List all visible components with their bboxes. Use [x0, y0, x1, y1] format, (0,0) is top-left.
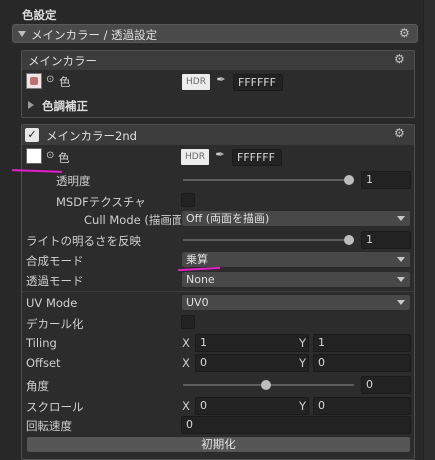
- uv-mode-value: UV0: [186, 296, 209, 309]
- alpha-mode-label: 透過モード: [26, 274, 84, 288]
- uv-mode-label: UV Mode: [26, 296, 78, 310]
- rotation-speed-field[interactable]: 0: [181, 416, 411, 434]
- alpha-mode-value: None: [186, 273, 215, 286]
- divider: [22, 291, 414, 292]
- texture-thumbnail[interactable]: [26, 73, 42, 89]
- decal-checkbox[interactable]: [181, 315, 195, 329]
- dropdown-arrow-icon: [397, 277, 405, 282]
- scrollbar[interactable]: [423, 0, 435, 460]
- cull-mode-dropdown[interactable]: Off (両面を描画): [181, 210, 411, 227]
- hex-color-field[interactable]: FFFFFF: [232, 149, 282, 166]
- color-label: 色: [58, 151, 70, 165]
- light-slider-track[interactable]: [183, 239, 354, 241]
- light-slider-knob[interactable]: [344, 235, 354, 245]
- angle-slider-knob[interactable]: [261, 380, 271, 390]
- msdf-checkbox[interactable]: [181, 193, 195, 207]
- tiling-y-field[interactable]: 1: [313, 334, 411, 352]
- offset-y-axis: Y: [299, 356, 307, 370]
- cull-mode-label: Cull Mode (描画面): [84, 213, 188, 227]
- alpha-mode-dropdown[interactable]: None: [181, 271, 411, 288]
- scroll-y-axis: Y: [299, 399, 307, 413]
- rotation-speed-label: 回転速度: [26, 419, 72, 433]
- tiling-x-field[interactable]: 1: [195, 334, 309, 352]
- gear-icon[interactable]: ⚙: [394, 52, 405, 66]
- opacity-label: 透明度: [56, 174, 91, 188]
- gear-icon[interactable]: ⚙: [394, 126, 405, 140]
- blend-mode-value: 乗算: [186, 253, 208, 266]
- main-color-header[interactable]: メインカラー ⚙: [22, 51, 414, 70]
- texture-thumbnail[interactable]: [26, 148, 42, 164]
- blend-mode-label: 合成モード: [26, 254, 84, 268]
- offset-x-axis: X: [182, 356, 190, 370]
- tiling-label: Tiling: [26, 336, 57, 350]
- eyedropper-icon[interactable]: ✒: [213, 148, 227, 161]
- texture-preview-icon: [30, 77, 38, 85]
- scroll-x-axis: X: [182, 399, 190, 413]
- decal-label: デカール化: [26, 317, 84, 331]
- target-icon[interactable]: ⊙: [46, 74, 54, 85]
- main-color-title: メインカラー: [28, 54, 97, 68]
- light-label: ライトの明るさを反映: [26, 234, 141, 248]
- offset-x-field[interactable]: 0: [195, 354, 309, 372]
- opacity-field[interactable]: 1: [361, 171, 411, 189]
- section-label: メインカラー / 透過設定: [31, 28, 158, 42]
- angle-label: 角度: [26, 379, 49, 393]
- eyedropper-icon[interactable]: ✒: [214, 73, 228, 86]
- uv-mode-dropdown[interactable]: UV0: [181, 294, 411, 311]
- main-transparency-section-header[interactable]: メインカラー / 透過設定 ⚙: [12, 24, 418, 43]
- hdr-button[interactable]: HDR: [181, 149, 209, 165]
- offset-label: Offset: [26, 356, 61, 370]
- tiling-y-axis: Y: [299, 336, 307, 350]
- tiling-x-axis: X: [182, 336, 190, 350]
- dropdown-arrow-icon: [397, 300, 405, 305]
- main-color-panel: メインカラー ⚙ ⊙ 色 HDR ✒ FFFFFF 色調補正: [21, 50, 415, 118]
- opacity-slider-knob[interactable]: [344, 175, 354, 185]
- cull-mode-value: Off (両面を描画): [186, 212, 270, 225]
- enable-checkbox[interactable]: ✓: [25, 128, 39, 142]
- tone-correction-label[interactable]: 色調補正: [42, 98, 88, 114]
- target-icon[interactable]: ⊙: [46, 150, 54, 161]
- dropdown-arrow-icon: [397, 257, 405, 262]
- opacity-slider-track[interactable]: [183, 179, 354, 181]
- scroll-x-field[interactable]: 0: [195, 397, 309, 415]
- main-color-2nd-header[interactable]: ✓ メインカラー2nd ⚙: [22, 125, 414, 145]
- reset-button[interactable]: 初期化: [26, 436, 411, 453]
- foldout-closed-icon[interactable]: [28, 101, 34, 109]
- dropdown-arrow-icon: [397, 216, 405, 221]
- offset-y-field[interactable]: 0: [313, 354, 411, 372]
- light-field[interactable]: 1: [361, 231, 411, 249]
- color-label: 色: [59, 75, 71, 89]
- main-color-2nd-title: メインカラー2nd: [46, 129, 137, 143]
- gear-icon[interactable]: ⚙: [399, 26, 410, 40]
- msdf-label: MSDFテクスチャ: [56, 195, 146, 209]
- page-title: 色設定: [22, 8, 57, 22]
- foldout-open-icon[interactable]: [18, 31, 26, 37]
- hex-color-field[interactable]: FFFFFF: [233, 74, 283, 91]
- scroll-y-field[interactable]: 0: [313, 397, 411, 415]
- angle-field[interactable]: 0: [361, 376, 411, 394]
- hdr-button[interactable]: HDR: [182, 74, 210, 90]
- scroll-label: スクロール: [26, 400, 84, 414]
- blend-mode-dropdown[interactable]: 乗算: [181, 251, 411, 268]
